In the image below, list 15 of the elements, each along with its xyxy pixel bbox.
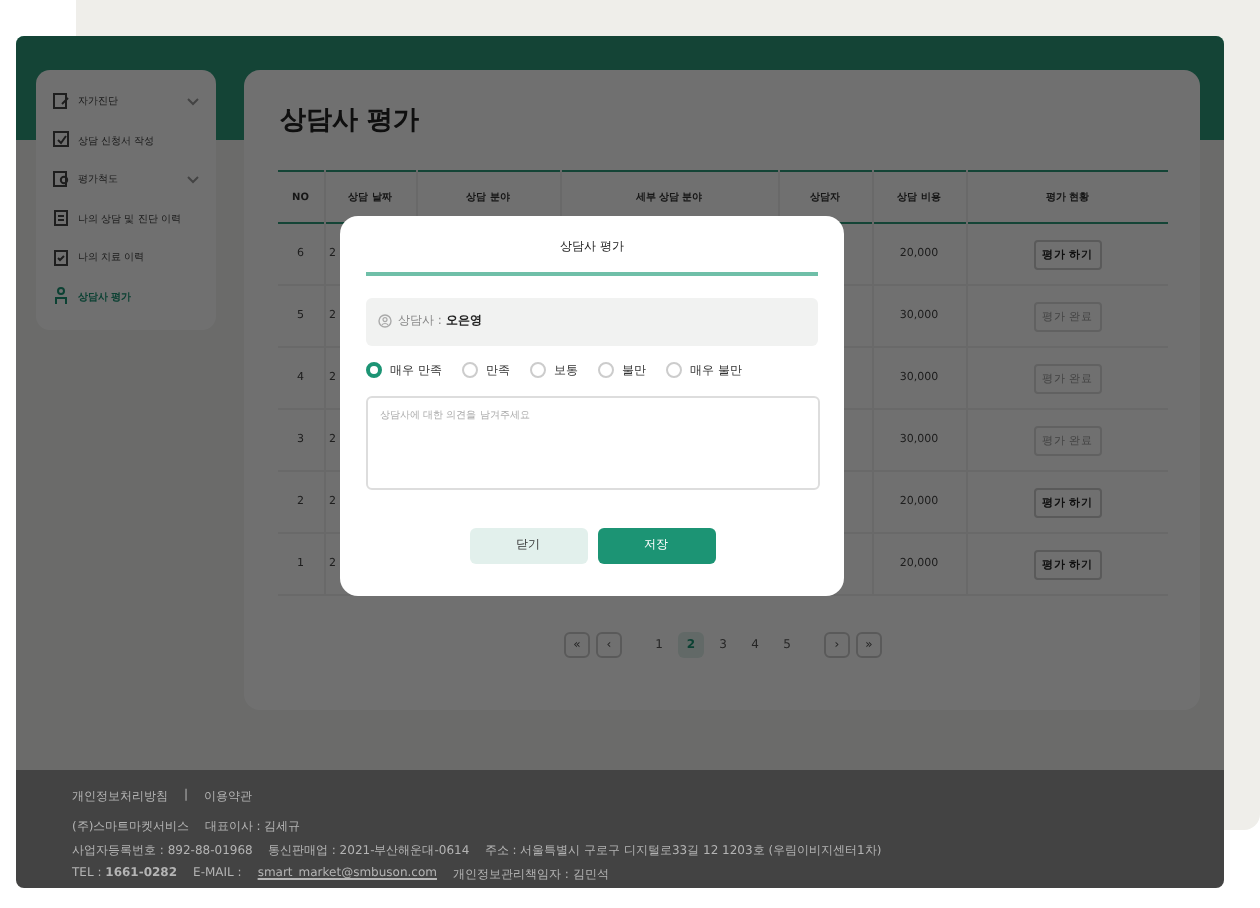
chevron-down-icon bbox=[186, 174, 200, 185]
clipboard-icon bbox=[52, 208, 70, 229]
person-circle-icon bbox=[378, 314, 392, 328]
radio-button[interactable] bbox=[665, 362, 682, 378]
form-check-icon bbox=[52, 130, 70, 151]
note-gauge-icon bbox=[52, 169, 70, 190]
chevron-down-icon bbox=[186, 96, 200, 107]
radio-button[interactable] bbox=[366, 362, 382, 378]
radio-button[interactable] bbox=[461, 362, 478, 378]
radio-button[interactable] bbox=[597, 362, 614, 378]
note-pen-icon bbox=[52, 91, 70, 112]
page-title: 상담사 평가 bbox=[280, 104, 422, 138]
person-icon bbox=[52, 286, 70, 307]
clipboard-check-icon bbox=[52, 247, 70, 268]
radio-button[interactable] bbox=[529, 362, 546, 378]
